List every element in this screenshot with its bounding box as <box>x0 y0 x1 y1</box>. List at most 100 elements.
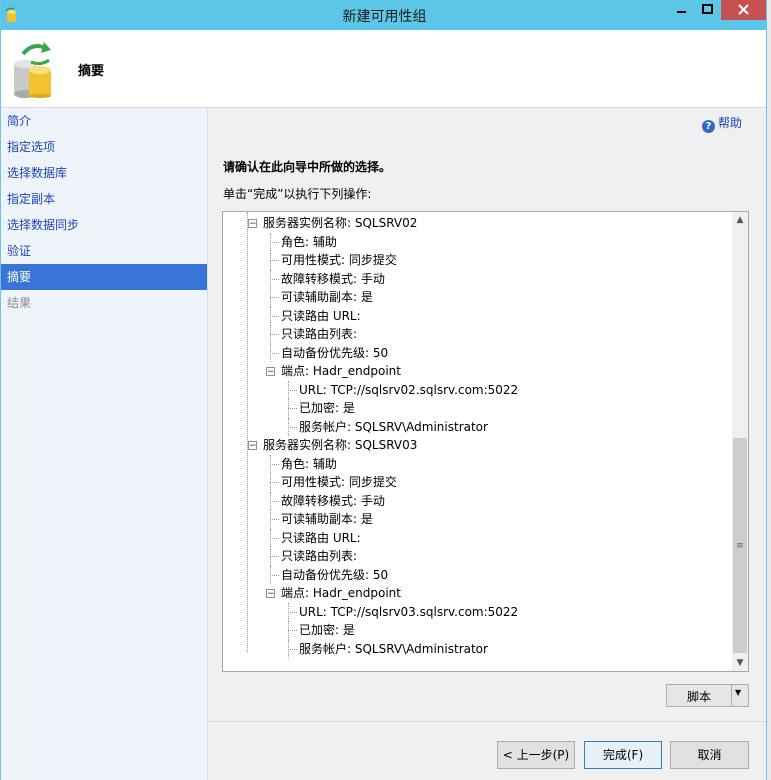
tree-connector <box>270 352 279 354</box>
tree-node[interactable]: 只读路由 URL: <box>281 307 361 325</box>
tree-connector <box>270 306 271 325</box>
tree-node[interactable]: 角色: 辅助 <box>281 455 337 473</box>
collapse-toggle-icon[interactable]: − <box>248 219 257 229</box>
tree-node[interactable]: URL: TCP://sqlsrv03.sqlsrv.com:5022 <box>299 603 518 621</box>
page-title: 摘要 <box>78 64 105 79</box>
tree-node[interactable]: 可读辅助副本: 是 <box>281 288 373 306</box>
tree-connector <box>270 565 271 584</box>
tree-connector <box>270 547 271 566</box>
tree-node[interactable]: 可用性模式: 同步提交 <box>281 473 397 491</box>
tree-node[interactable]: 自动备份优先级: 50 <box>281 344 388 362</box>
tree-connector <box>270 278 279 280</box>
tree-connector <box>288 639 289 658</box>
tree-connector <box>270 574 279 576</box>
scroll-up-arrow-icon[interactable]: ▲ <box>732 212 748 228</box>
tree-node[interactable]: 端点: Hadr_endpoint <box>281 584 401 602</box>
tree-connector <box>270 232 271 251</box>
tree-connector <box>270 519 279 520</box>
tree-connector <box>288 611 297 613</box>
tree-connector <box>270 241 279 243</box>
tree-connector <box>270 269 271 288</box>
tree-node[interactable]: 可读辅助副本: 是 <box>281 510 373 528</box>
help-label: 帮助 <box>718 116 743 130</box>
collapse-toggle-icon[interactable]: − <box>266 589 275 599</box>
tree-connector <box>288 630 297 631</box>
tree-connector <box>270 473 271 492</box>
tree-connector <box>288 399 289 418</box>
split-divider <box>731 685 732 706</box>
nav-item-data-sync[interactable]: 选择数据同步 <box>1 212 207 238</box>
summary-subheading: 单击“完成”以执行下列操作: <box>223 187 372 201</box>
tree-connector <box>270 510 271 529</box>
nav-item-options[interactable]: 指定选项 <box>1 134 207 160</box>
tree-node[interactable]: 可用性模式: 同步提交 <box>281 251 397 269</box>
wizard-nav: 简介 指定选项 选择数据库 指定副本 选择数据同步 验证 摘要 结果 <box>1 108 208 780</box>
vertical-scrollbar[interactable]: ▲ ≡ ▼ <box>732 212 748 671</box>
summary-tree[interactable]: − 服务器实例名称: SQLSRV02 角色: 辅助 可用性模式: 同步提交 故障转移模… <box>222 211 749 672</box>
title-bar[interactable]: 新建可用性组 <box>1 0 768 30</box>
cancel-button[interactable]: 取消 <box>670 741 749 769</box>
chevron-down-icon[interactable]: ▼ <box>735 688 741 697</box>
finish-button[interactable]: 完成(F) <box>584 741 662 769</box>
nav-item-replicas[interactable]: 指定副本 <box>1 186 207 212</box>
script-button[interactable]: 脚本 ▼ <box>666 684 749 707</box>
tree-connector <box>270 325 271 344</box>
tree-connector <box>247 212 248 652</box>
tree-node[interactable]: 角色: 辅助 <box>281 233 337 251</box>
tree-node[interactable]: 故障转移模式: 手动 <box>281 492 385 510</box>
tree-connector <box>270 315 279 317</box>
help-link[interactable]: ? 帮助 <box>702 114 742 133</box>
wizard-header: 摘要 <box>1 30 766 108</box>
tree-node[interactable]: 故障转移模式: 手动 <box>281 270 385 288</box>
tree-node[interactable]: 服务器实例名称: SQLSRV02 <box>263 214 417 232</box>
tree-connector <box>288 426 297 428</box>
tree-connector <box>270 454 271 473</box>
back-button[interactable]: < 上一步(P) <box>497 741 575 769</box>
nav-item-databases[interactable]: 选择数据库 <box>1 160 207 186</box>
scroll-down-arrow-icon[interactable]: ▼ <box>732 655 748 671</box>
tree-connector <box>270 500 279 502</box>
minimize-button[interactable] <box>669 0 695 20</box>
tree-node[interactable]: 已加密: 是 <box>299 621 355 639</box>
help-icon: ? <box>702 120 715 133</box>
tree-connector <box>270 288 271 307</box>
tree-connector <box>270 260 279 261</box>
tree-node[interactable]: 只读路由 URL: <box>281 529 361 547</box>
tree-node[interactable]: 自动备份优先级: 50 <box>281 566 388 584</box>
tree-connector <box>288 417 289 436</box>
tree-connector <box>270 251 271 270</box>
collapse-toggle-icon[interactable]: − <box>248 441 257 451</box>
nav-item-intro[interactable]: 简介 <box>1 108 207 134</box>
scroll-grip-icon: ≡ <box>736 541 744 551</box>
maximize-button[interactable] <box>695 0 721 20</box>
tree-connector <box>270 463 279 465</box>
collapse-toggle-icon[interactable]: − <box>266 367 275 377</box>
summary-heading: 请确认在此向导中所做的选择。 <box>223 160 392 174</box>
tree-connector <box>270 343 271 362</box>
tree-connector <box>270 334 279 335</box>
tree-node[interactable]: 服务器实例名称: SQLSRV03 <box>263 436 417 454</box>
tree-node[interactable]: 只读路由列表: <box>281 547 357 565</box>
tree-node[interactable]: 只读路由列表: <box>281 325 357 343</box>
tree-connector <box>288 408 297 409</box>
tree-connector <box>288 621 289 640</box>
script-button-label: 脚本 <box>686 690 711 704</box>
tree-node[interactable]: 服务帐户: SQLSRV\Administrator <box>299 418 488 436</box>
footer-divider <box>208 721 766 722</box>
tree-connector <box>288 648 297 650</box>
tree-connector <box>270 528 271 547</box>
tree-connector <box>288 602 289 621</box>
tree-connector <box>270 297 279 298</box>
tree-node[interactable]: 服务帐户: SQLSRV\Administrator <box>299 640 488 658</box>
tree-connector <box>288 380 289 399</box>
tree-connector <box>288 389 297 391</box>
close-button[interactable] <box>721 0 766 20</box>
tree-connector <box>270 556 279 557</box>
tree-node[interactable]: 端点: Hadr_endpoint <box>281 362 401 380</box>
nav-item-summary[interactable]: 摘要 <box>1 264 207 290</box>
scroll-thumb[interactable]: ≡ <box>733 438 747 653</box>
nav-item-results: 结果 <box>7 296 32 310</box>
nav-item-validation[interactable]: 验证 <box>1 238 207 264</box>
tree-node[interactable]: URL: TCP://sqlsrv02.sqlsrv.com:5022 <box>299 381 518 399</box>
tree-node[interactable]: 已加密: 是 <box>299 399 355 417</box>
